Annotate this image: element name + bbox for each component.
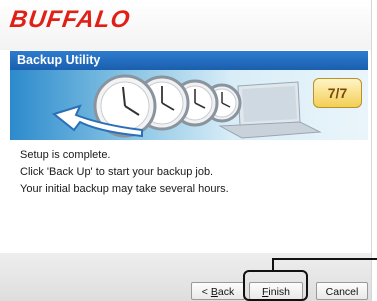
header-area: BUFFALO	[0, 0, 371, 50]
window-title: Backup Utility	[10, 51, 368, 70]
installer-window: BUFFALO Backup Utility 7/7 Setup is comp…	[0, 0, 372, 301]
back-prefix: <	[201, 286, 211, 298]
back-mnemonic: B	[210, 286, 218, 298]
finish-highlight	[243, 270, 308, 301]
cancel-button[interactable]: Cancel	[316, 282, 368, 300]
progress-banner: 7/7	[10, 70, 368, 140]
status-message: Setup is complete.	[20, 149, 111, 161]
info-message: Your initial backup may take several hou…	[20, 183, 229, 195]
back-button[interactable]: < Back	[191, 282, 245, 300]
content-area: Setup is complete. Click 'Back Up' to st…	[10, 140, 368, 253]
instruction-message: Click 'Back Up' to start your backup job…	[20, 166, 214, 178]
cancel-label: Cancel	[325, 286, 359, 298]
callout-connector	[272, 258, 377, 270]
back-label: ack	[217, 286, 235, 298]
buffalo-logo: BUFFALO	[8, 6, 133, 33]
step-indicator: 7/7	[313, 78, 362, 108]
